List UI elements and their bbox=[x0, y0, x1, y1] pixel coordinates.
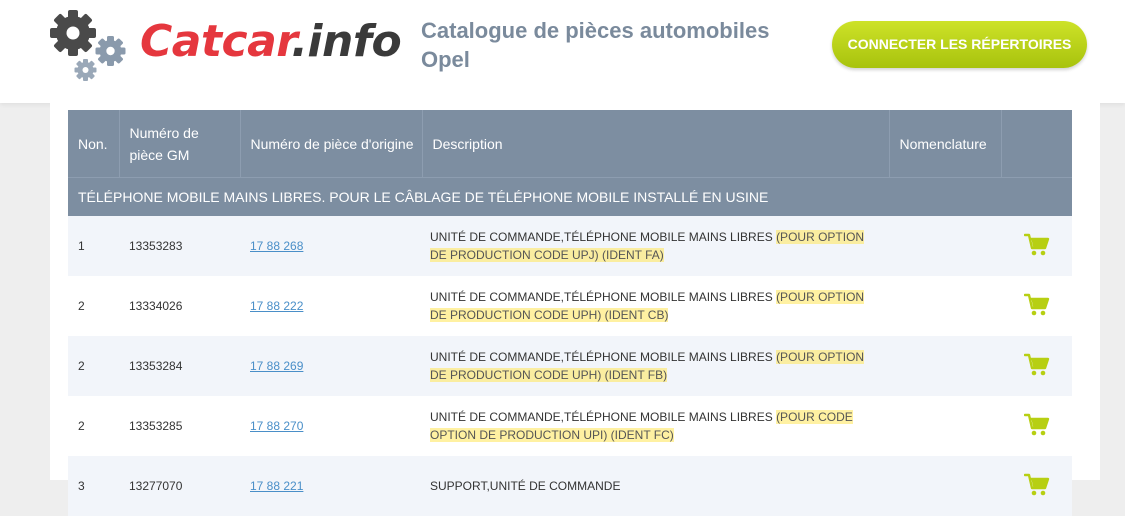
shopping-cart-icon[interactable] bbox=[1023, 233, 1050, 260]
page-title-line-2: Opel bbox=[421, 47, 470, 72]
gm-part-number: 13353284 bbox=[119, 336, 240, 396]
gm-part-number: 13277070 bbox=[119, 456, 240, 516]
gm-part-number: 13334026 bbox=[129, 299, 183, 313]
description-text: SUPPORT,UNITÉ DE COMMANDE bbox=[430, 479, 621, 493]
original-part-number-cell: 17 88 270 bbox=[240, 396, 422, 456]
gm-part-number: 13353283 bbox=[119, 216, 240, 276]
logo-wordmark: Catcar.info bbox=[140, 12, 402, 72]
original-part-number-link[interactable]: 17 88 221 bbox=[250, 479, 303, 493]
page-title-line-1: Catalogue de pièces automobiles bbox=[421, 18, 770, 43]
table-row: 1 13353283 17 88 268 UNITÉ DE COMMANDE,T… bbox=[68, 216, 1072, 276]
shopping-cart-icon[interactable] bbox=[1023, 473, 1050, 500]
description-cell: UNITÉ DE COMMANDE,TÉLÉPHONE MOBILE MAINS… bbox=[422, 396, 889, 456]
logo-text-dark: .info bbox=[291, 16, 402, 67]
nomenclature-cell bbox=[889, 336, 1001, 396]
site-logo[interactable]: Catcar.info bbox=[46, 6, 402, 86]
connect-directories-button[interactable]: CONNECTER LES RÉPERTOIRES bbox=[832, 21, 1087, 68]
original-part-number-link[interactable]: 17 88 268 bbox=[250, 239, 303, 253]
shopping-cart-icon[interactable] bbox=[1023, 293, 1050, 320]
description-cell: SUPPORT,UNITÉ DE COMMANDE bbox=[422, 456, 889, 516]
original-part-number-link[interactable]: 17 88 270 bbox=[250, 419, 303, 433]
nomenclature-cell bbox=[889, 396, 1001, 456]
column-header-number: Non. bbox=[68, 110, 120, 178]
cart-cell bbox=[1001, 396, 1072, 456]
main-content: Non. Numéro de pièce GM Numéro de pièce … bbox=[50, 103, 1100, 516]
gm-part-number: 13353285 bbox=[129, 419, 183, 433]
parts-table: Non. Numéro de pièce GM Numéro de pièce … bbox=[68, 110, 1072, 516]
row-number: 3 bbox=[68, 456, 119, 516]
shopping-cart-icon[interactable] bbox=[1023, 353, 1050, 380]
original-part-number-link[interactable]: 17 88 222 bbox=[250, 299, 303, 313]
row-number: 1 bbox=[68, 216, 119, 276]
column-header-original-part-number: Numéro de pièce d'origine bbox=[240, 110, 423, 178]
row-number: 2 bbox=[78, 299, 85, 313]
description-cell: UNITÉ DE COMMANDE,TÉLÉPHONE MOBILE MAINS… bbox=[422, 216, 889, 276]
nomenclature-cell bbox=[889, 216, 1001, 276]
row-number: 2 bbox=[78, 419, 85, 433]
description-text: UNITÉ DE COMMANDE,TÉLÉPHONE MOBILE MAINS… bbox=[430, 350, 777, 364]
description-cell: UNITÉ DE COMMANDE,TÉLÉPHONE MOBILE MAINS… bbox=[422, 276, 889, 336]
original-part-number-cell: 17 88 222 bbox=[240, 276, 422, 336]
nomenclature-cell bbox=[889, 456, 1001, 516]
column-header-cart bbox=[1001, 110, 1072, 178]
description-cell: UNITÉ DE COMMANDE,TÉLÉPHONE MOBILE MAINS… bbox=[422, 336, 889, 396]
column-header-gm-part-number: Numéro de pièce GM bbox=[119, 110, 241, 178]
table-row: 2 13353284 17 88 269 UNITÉ DE COMMANDE,T… bbox=[68, 336, 1072, 396]
cart-cell bbox=[1001, 336, 1072, 396]
original-part-number-cell: 17 88 269 bbox=[240, 336, 422, 396]
table-header-row: Non. Numéro de pièce GM Numéro de pièce … bbox=[68, 110, 1072, 178]
description-text: UNITÉ DE COMMANDE,TÉLÉPHONE MOBILE MAINS… bbox=[430, 410, 777, 424]
column-header-description: Description bbox=[422, 110, 890, 178]
nomenclature-cell bbox=[889, 276, 1001, 336]
table-row: 3 13277070 17 88 221 SUPPORT,UNITÉ DE CO… bbox=[68, 456, 1072, 516]
table-row: 2 13353285 17 88 270 UNITÉ DE COMMANDE,T… bbox=[68, 396, 1072, 456]
logo-text-red: Catcar bbox=[140, 16, 292, 67]
page-title: Catalogue de pièces automobiles Opel bbox=[421, 16, 781, 74]
shopping-cart-icon[interactable] bbox=[1023, 413, 1050, 440]
original-part-number-link[interactable]: 17 88 269 bbox=[250, 359, 303, 373]
section-title: TÉLÉPHONE MOBILE MAINS LIBRES. POUR LE C… bbox=[68, 177, 1072, 216]
column-header-nomenclature: Nomenclature bbox=[889, 110, 1002, 178]
description-text: UNITÉ DE COMMANDE,TÉLÉPHONE MOBILE MAINS… bbox=[430, 230, 777, 244]
cart-cell bbox=[1001, 216, 1072, 276]
site-header: Catcar.info Catalogue de pièces automobi… bbox=[0, 0, 1125, 103]
row-number: 2 bbox=[68, 336, 119, 396]
gear-icon bbox=[50, 10, 126, 81]
cart-cell bbox=[1001, 276, 1072, 336]
original-part-number-cell: 17 88 221 bbox=[240, 456, 422, 516]
original-part-number-cell: 17 88 268 bbox=[240, 216, 422, 276]
description-text: UNITÉ DE COMMANDE,TÉLÉPHONE MOBILE MAINS… bbox=[430, 290, 777, 304]
cart-cell bbox=[1001, 456, 1072, 516]
table-row: 2 13334026 17 88 222 UNITÉ DE COMMANDE,T… bbox=[68, 276, 1072, 336]
